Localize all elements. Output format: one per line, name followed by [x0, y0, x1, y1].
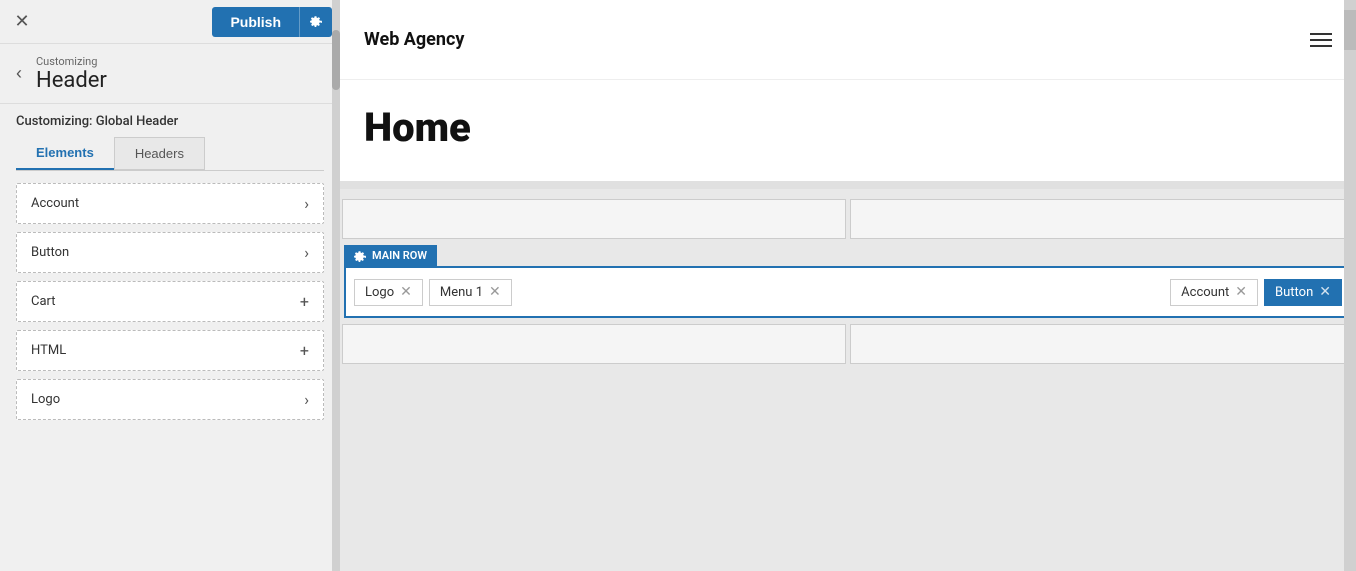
hamburger-line — [1310, 39, 1332, 41]
remove-account-button[interactable]: ✕ — [1235, 285, 1247, 299]
remove-logo-button[interactable]: ✕ — [400, 285, 412, 299]
gear-icon — [310, 15, 322, 27]
top-empty-row — [340, 197, 1356, 241]
global-header-label: Customizing: Global Header — [0, 104, 340, 129]
preview-area: Web Agency Home MAIN ROW — [340, 0, 1356, 571]
bottom-right-cell — [850, 324, 1354, 364]
preview-scrollbar — [1344, 0, 1356, 571]
main-row-wrapper: MAIN ROW Logo ✕ Menu 1 ✕ Account ✕ — [340, 245, 1356, 318]
remove-menu1-button[interactable]: ✕ — [489, 285, 501, 299]
main-row-text: MAIN ROW — [372, 249, 427, 262]
back-button[interactable]: ‹ — [12, 59, 26, 88]
preview-scrollbar-thumb[interactable] — [1344, 10, 1356, 50]
header-builder: MAIN ROW Logo ✕ Menu 1 ✕ Account ✕ — [340, 189, 1356, 571]
hamburger-line — [1310, 45, 1332, 47]
hamburger-menu[interactable] — [1310, 33, 1332, 47]
home-section: Home — [340, 80, 1356, 189]
bottom-left-cell — [342, 324, 846, 364]
close-button[interactable]: ✕ — [8, 8, 36, 36]
top-right-cell — [850, 199, 1354, 239]
customizing-label: Customizing — [36, 55, 107, 68]
page-title: Home — [364, 104, 1332, 151]
row-item-button[interactable]: Button ✕ — [1264, 279, 1342, 306]
tab-elements[interactable]: Elements — [16, 137, 114, 170]
remove-button-button[interactable]: ✕ — [1319, 285, 1331, 299]
element-item-html[interactable]: HTML + — [16, 330, 324, 371]
publish-button[interactable]: Publish — [212, 7, 299, 37]
scrollbar-track — [332, 0, 340, 571]
publish-settings-button[interactable] — [299, 7, 332, 37]
element-item-logo[interactable]: Logo › — [16, 379, 324, 420]
row-item-menu1[interactable]: Menu 1 ✕ — [429, 279, 512, 306]
element-item-button[interactable]: Button › — [16, 232, 324, 273]
chevron-right-icon: › — [304, 194, 309, 213]
gear-icon — [354, 250, 366, 262]
header-section: ‹ Customizing Header — [0, 44, 340, 104]
left-panel: ✕ Publish ‹ Customizing Header Customizi… — [0, 0, 340, 571]
site-logo: Web Agency — [364, 29, 464, 50]
header-title: Header — [36, 68, 107, 93]
top-bar: ✕ Publish — [0, 0, 340, 44]
site-header-preview: Web Agency — [340, 0, 1356, 80]
chevron-right-icon: › — [304, 390, 309, 409]
element-item-cart[interactable]: Cart + — [16, 281, 324, 322]
publish-area: Publish — [212, 7, 332, 37]
tab-headers[interactable]: Headers — [114, 137, 205, 170]
main-row-label[interactable]: MAIN ROW — [344, 245, 437, 266]
element-item-account[interactable]: Account › — [16, 183, 324, 224]
add-icon: + — [300, 341, 309, 360]
elements-list: Account › Button › Cart + HTML + Logo › — [0, 171, 340, 571]
chevron-right-icon: › — [304, 243, 309, 262]
top-left-cell — [342, 199, 846, 239]
main-row-content: Logo ✕ Menu 1 ✕ Account ✕ Button ✕ — [344, 266, 1352, 318]
row-item-account[interactable]: Account ✕ — [1170, 279, 1258, 306]
header-text: Customizing Header — [36, 55, 107, 93]
row-item-logo[interactable]: Logo ✕ — [354, 279, 423, 306]
hamburger-line — [1310, 33, 1332, 35]
tabs-container: Elements Headers — [16, 137, 324, 171]
bottom-empty-row — [340, 322, 1356, 366]
scrollbar-thumb[interactable] — [332, 30, 340, 90]
add-icon: + — [300, 292, 309, 311]
